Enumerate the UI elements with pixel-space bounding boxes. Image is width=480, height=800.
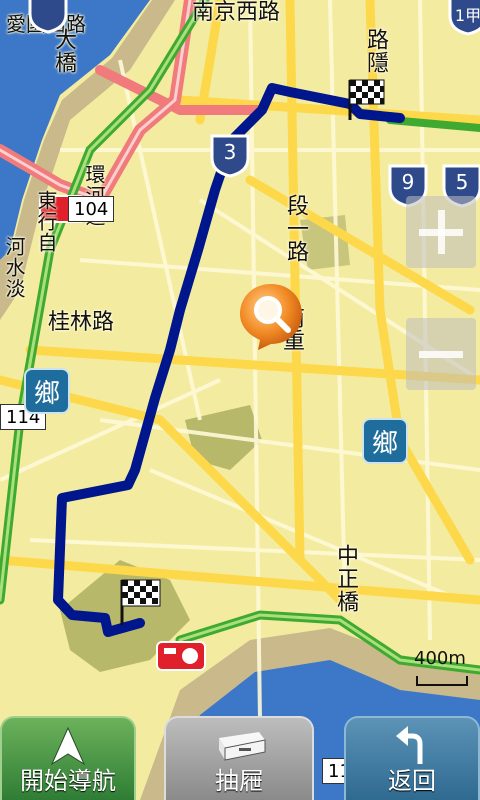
shield-number: 5 xyxy=(455,170,469,194)
minus-icon xyxy=(419,351,463,358)
scale-label: 400m xyxy=(414,648,466,669)
route-number-104: 104 xyxy=(68,196,115,222)
zoom-in-button[interactable] xyxy=(406,196,476,268)
map-canvas[interactable] xyxy=(0,0,480,800)
highway-shield-top-right: 1甲 xyxy=(446,0,480,36)
street-label-zhongzheng-bridge: 中正橋 xyxy=(333,544,358,613)
zoom-out-button[interactable] xyxy=(406,318,476,390)
highway-shield-top-left xyxy=(26,0,70,34)
street-label-bridge: 大橋 xyxy=(51,28,76,74)
back-arrow-icon xyxy=(396,726,423,764)
street-label-nanjing-west: 南京西路 xyxy=(192,0,281,25)
shield-number: 1甲 xyxy=(454,6,480,25)
speed-camera-icon xyxy=(156,641,206,671)
drawer-icon xyxy=(219,732,266,761)
start-navigation-label: 開始導航 xyxy=(20,767,116,795)
district-badge: 鄉 xyxy=(24,368,70,414)
magnifier-icon xyxy=(240,284,302,350)
street-label-expressway-left: 東行自 xyxy=(34,190,58,253)
street-label-duan-yi-lu: 段一路 xyxy=(283,194,308,263)
street-label-guilin: 桂林路 xyxy=(48,310,115,335)
map-scale: 400m xyxy=(410,646,470,688)
shield-number: 3 xyxy=(223,140,237,164)
plus-icon-vertical xyxy=(438,210,445,254)
navigation-arrow-icon xyxy=(50,726,86,766)
drawer-label: 抽屜 xyxy=(215,767,263,795)
back-label: 返回 xyxy=(388,767,436,795)
back-button[interactable]: 返回 xyxy=(344,716,480,800)
search-button[interactable] xyxy=(238,282,304,352)
district-badge: 鄉 xyxy=(362,418,408,464)
drawer-button[interactable]: 抽屜 xyxy=(164,716,314,800)
street-label-river: 河水淡 xyxy=(2,236,26,299)
start-navigation-button[interactable]: 開始導航 xyxy=(0,716,136,800)
bottom-toolbar: 開始導航 抽屜 返回 xyxy=(0,716,480,800)
highway-shield-3: 3 xyxy=(208,132,252,178)
scale-bar xyxy=(416,676,468,686)
shield-number: 9 xyxy=(401,170,415,194)
street-label-partial-top-right: 路隱 xyxy=(363,28,388,74)
